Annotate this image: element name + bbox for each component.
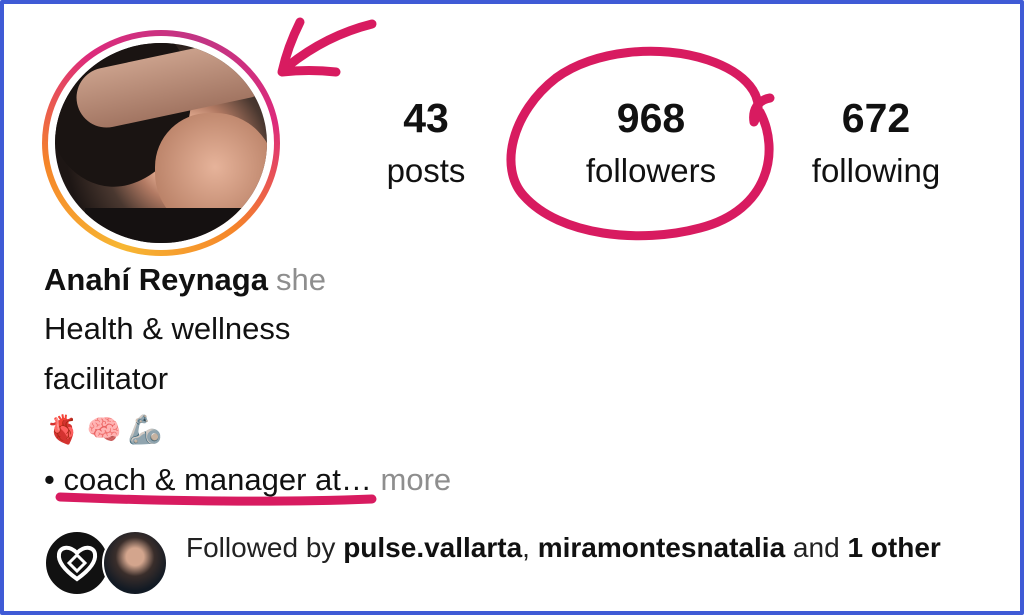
mutual-user-2[interactable]: miramontesnatalia — [538, 532, 785, 563]
bio-bullet: • — [44, 462, 64, 497]
following-label: following — [811, 152, 941, 189]
profile-avatar[interactable] — [42, 30, 280, 256]
heart-logo-icon — [56, 545, 98, 582]
bio-line-2: facilitator — [44, 361, 169, 396]
profile-name-row: Anahí Reynaga she — [44, 262, 326, 298]
avatar-photo — [55, 43, 267, 243]
avatar-ring-gap — [48, 36, 274, 250]
followed-by-prefix: Followed by — [186, 532, 344, 563]
brain-icon: 🧠 — [86, 413, 122, 446]
mechanical-arm-icon: 🦾 — [127, 413, 163, 446]
bio-link-text[interactable]: coach & manager at — [63, 462, 340, 497]
profile-pronoun: she — [275, 262, 326, 297]
anatomical-heart-icon: 🫀 — [46, 413, 81, 446]
mutual-user-1[interactable]: pulse.vallarta — [343, 532, 522, 563]
following-value: 672 — [841, 95, 911, 141]
posts-count[interactable]: 43 posts — [362, 95, 490, 189]
bio-ellipsis: … — [340, 462, 372, 497]
followers-label: followers — [585, 152, 717, 189]
bio-emoji-row: 🫀 🧠 🦾 — [46, 410, 163, 450]
following-count[interactable]: 672 following — [796, 95, 956, 189]
followers-count[interactable]: 968 followers — [560, 95, 742, 189]
avatar — [102, 530, 168, 596]
bio-link-row: • coach & manager at… more — [44, 462, 451, 498]
followed-by-conjunction: and — [785, 532, 848, 563]
others-label: other — [870, 532, 941, 563]
mutual-followers-avatars[interactable] — [44, 530, 168, 596]
bio-line-1: Health & wellness — [44, 311, 291, 346]
avatar — [44, 530, 110, 596]
annotation-arrow-icon — [283, 19, 377, 71]
profile-name: Anahí Reynaga — [44, 262, 268, 297]
followers-value: 968 — [616, 95, 686, 141]
more-button[interactable]: more — [372, 462, 452, 497]
others-count: 1 — [847, 532, 864, 563]
posts-label: posts — [386, 152, 466, 189]
followed-by-text[interactable]: Followed by pulse.vallarta, miramontesna… — [186, 530, 976, 566]
followed-by-separator: , — [522, 532, 538, 563]
posts-value: 43 — [403, 95, 449, 141]
